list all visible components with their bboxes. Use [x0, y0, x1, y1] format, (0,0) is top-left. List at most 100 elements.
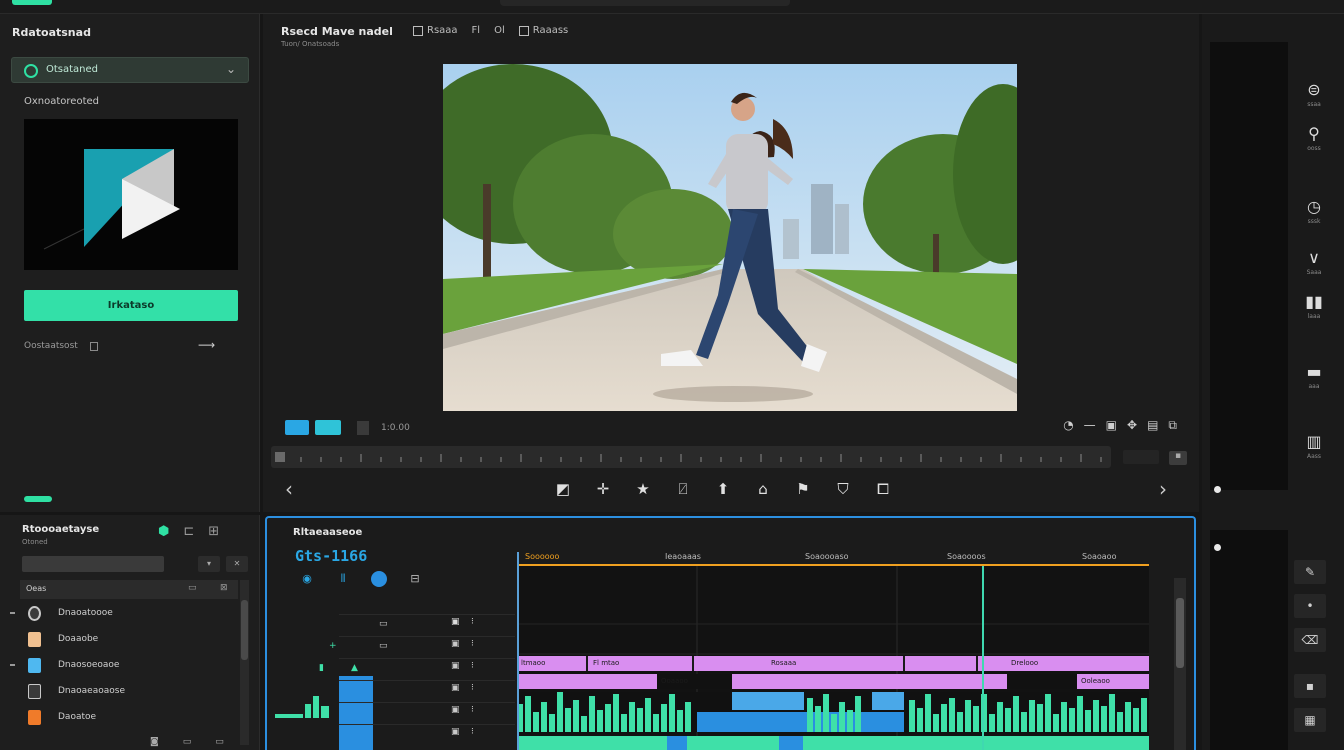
layers-tool[interactable]: ⊜ ssaa: [1294, 80, 1334, 108]
footer-icon-1[interactable]: ◙: [150, 737, 159, 747]
clock-tool[interactable]: ◷ sssk: [1294, 197, 1334, 225]
clip-label[interactable]: ltmaoo: [517, 656, 587, 671]
list-item[interactable]: Dnaoaeaoaose: [8, 682, 238, 702]
checkbox[interactable]: [90, 342, 98, 351]
playback-scrubber[interactable]: [271, 446, 1111, 468]
track-header[interactable]: ▣ ⁝: [339, 680, 515, 700]
split-icon[interactable]: ⫴: [335, 572, 351, 586]
clip-label[interactable]: Rosaaa: [767, 656, 897, 671]
arrow-right-icon[interactable]: ⟶: [198, 338, 215, 352]
previous-frame-button[interactable]: ‹: [285, 477, 293, 501]
track-header[interactable]: ▮ ▲ ▣ ⁝: [319, 658, 515, 678]
preview-tool-4[interactable]: Raaass: [518, 25, 568, 36]
import-icon[interactable]: ⬢: [158, 524, 169, 539]
preview-tool-2[interactable]: Fl: [472, 25, 481, 36]
track-header[interactable]: ▭ ▣ ⁝: [339, 614, 515, 634]
list-item[interactable]: Daoatoe: [8, 708, 238, 728]
eye-icon[interactable]: ⁝: [471, 705, 474, 715]
footer-icon-2[interactable]: ▭: [183, 737, 192, 747]
search-tool[interactable]: ⚲ ooss: [1294, 124, 1334, 152]
safe-zone-toggle[interactable]: [315, 420, 341, 435]
film-icon[interactable]: ▣: [451, 705, 460, 715]
dot-tool-button[interactable]: •: [1294, 594, 1326, 618]
magic-tool-icon[interactable]: ⍁: [673, 480, 693, 498]
star-tool-icon[interactable]: ★: [633, 480, 653, 498]
add-icon[interactable]: +: [329, 641, 337, 651]
card-tool[interactable]: ▬ aaa: [1294, 362, 1334, 390]
in-point-marker[interactable]: [517, 552, 519, 750]
pen-tool-button[interactable]: ✎: [1294, 560, 1326, 584]
list-item[interactable]: Dnaosoeoaoe: [8, 656, 238, 676]
sort-icon[interactable]: ▭: [188, 583, 197, 593]
template-thumbnail[interactable]: [24, 119, 238, 270]
clip-label[interactable]: Drelooo: [1007, 656, 1067, 671]
clip-label[interactable]: Fl mtao: [589, 656, 693, 671]
book-tool[interactable]: ▥ Aass: [1294, 432, 1334, 460]
eraser-tool-button[interactable]: ⌫: [1294, 628, 1326, 652]
preview-tool-1[interactable]: Rsaaa: [413, 25, 458, 36]
folder-icon[interactable]: ⊏: [183, 524, 194, 539]
eye-icon[interactable]: ⁝: [471, 683, 474, 693]
fit-toggle[interactable]: [285, 420, 309, 435]
shield-tool-icon[interactable]: ⛉: [833, 480, 853, 498]
next-frame-button[interactable]: ›: [1159, 477, 1167, 501]
filter-button[interactable]: ▾: [198, 556, 220, 572]
more-templates-link[interactable]: Oostaatsost: [24, 341, 78, 351]
timeline-scrollbar[interactable]: [1174, 578, 1186, 750]
scrubber-menu-button[interactable]: ▪: [1169, 451, 1187, 465]
media-search-input[interactable]: [22, 556, 164, 572]
slider-handle[interactable]: [1214, 544, 1221, 551]
chevron-tool[interactable]: ∨ Saaa: [1294, 248, 1334, 276]
puzzle-icon[interactable]: ✥: [1127, 418, 1137, 433]
lock-icon[interactable]: ▭: [379, 619, 388, 629]
work-area-bar[interactable]: [517, 564, 1149, 566]
eye-icon[interactable]: ⁝: [471, 661, 474, 671]
video-preview[interactable]: [443, 64, 1017, 411]
track-header[interactable]: ▣ ⁝: [339, 724, 515, 744]
film-icon[interactable]: ▣: [451, 617, 460, 627]
slider-handle[interactable]: [1214, 486, 1221, 493]
playhead[interactable]: [982, 566, 984, 750]
scrubber-end-field[interactable]: [1123, 450, 1159, 464]
eye-icon[interactable]: ⁝: [471, 617, 474, 627]
track-header[interactable]: ▣ ⁝: [339, 702, 515, 722]
clip-label[interactable]: Ooaaoo: [657, 674, 717, 689]
list-item[interactable]: Doaaobe: [8, 630, 238, 650]
bars-tool[interactable]: ▮▮ laaa: [1294, 292, 1334, 320]
grid-toggle[interactable]: [357, 420, 369, 435]
film-icon[interactable]: ▣: [451, 639, 460, 649]
film-icon[interactable]: ▣: [451, 683, 460, 693]
fullscreen-icon[interactable]: ⧉: [1168, 418, 1177, 433]
media-scrollbar[interactable]: [240, 580, 249, 745]
template-dropdown[interactable]: Otsataned ⌄: [11, 57, 249, 83]
minus-icon[interactable]: —: [1084, 418, 1096, 433]
clip-label[interactable]: Ooleaoo: [1077, 674, 1137, 689]
close-icon[interactable]: ⊠: [220, 583, 228, 593]
snap-icon[interactable]: ◉: [299, 572, 315, 586]
screen-icon[interactable]: ▤: [1147, 418, 1158, 433]
lock-icon[interactable]: ▭: [379, 641, 388, 651]
track-header[interactable]: + ▭ ▣ ⁝: [329, 636, 515, 656]
settings-icon[interactable]: ⊟: [407, 572, 423, 586]
eye-icon[interactable]: ⁝: [471, 727, 474, 737]
tag-tool-icon[interactable]: ⌂: [753, 480, 773, 498]
grid-view-icon[interactable]: ⊞: [208, 524, 219, 539]
apply-template-button[interactable]: Irkataso: [24, 290, 238, 321]
app-logo-tab[interactable]: [12, 0, 52, 5]
box-tool-button[interactable]: ▪: [1294, 674, 1326, 698]
grid-tool-button[interactable]: ▦: [1294, 708, 1326, 732]
eye-icon[interactable]: ⁝: [471, 639, 474, 649]
list-item[interactable]: Dnaoatoooe: [8, 604, 238, 624]
film-icon[interactable]: ▣: [451, 727, 460, 737]
move-tool-icon[interactable]: ✛: [593, 480, 613, 498]
film-icon[interactable]: ▣: [451, 661, 460, 671]
footer-icon-3[interactable]: ▭: [215, 737, 224, 747]
audio-icon[interactable]: ◔: [1063, 418, 1073, 433]
crop-tool-icon[interactable]: ◩: [553, 480, 573, 498]
save-icon[interactable]: ▣: [1106, 418, 1117, 433]
timeline-ruler[interactable]: Soooooo Ieaoaaas Soaoooaso Soaoooos Soao…: [517, 552, 1149, 566]
flag-tool-icon[interactable]: ⚑: [793, 480, 813, 498]
copy-tool-icon[interactable]: ⧠: [873, 480, 893, 498]
record-button[interactable]: [371, 571, 387, 587]
top-search-slot[interactable]: [500, 0, 790, 6]
